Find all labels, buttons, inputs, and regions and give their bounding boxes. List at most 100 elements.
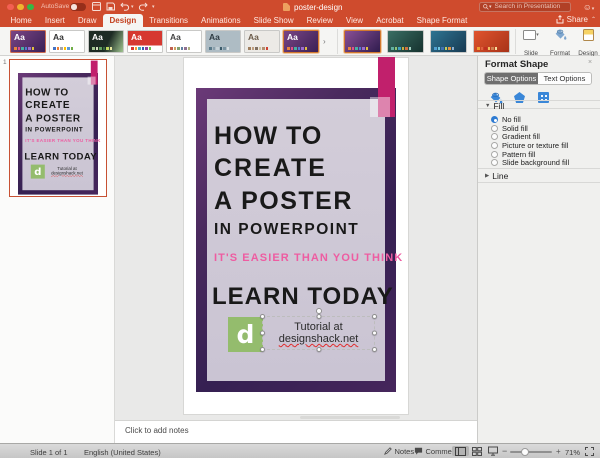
minimize-window-button[interactable]: [17, 4, 24, 11]
variant-thumbnail-4[interactable]: [473, 30, 510, 53]
fill-option-no-fill[interactable]: No fill: [491, 115, 569, 124]
poster-title-line4[interactable]: IN POWERPOINT: [214, 221, 359, 239]
variant-thumbnail-3[interactable]: [430, 30, 467, 53]
poster-credit-textbox-selected[interactable]: Tutorial at designshack.net: [262, 316, 375, 350]
search-input[interactable]: ▾ Search in Presentation: [479, 2, 571, 12]
autosave-label: AutoSave: [41, 3, 69, 10]
slideshow-view-button[interactable]: [486, 446, 500, 456]
poster-tagline[interactable]: IT'S EASIER THAN YOU THINK: [214, 252, 403, 264]
radio[interactable]: [491, 151, 498, 158]
zoom-slider[interactable]: [510, 451, 552, 453]
radio-selected[interactable]: [491, 116, 498, 123]
poster-credit-textbox: Tutorial at designshack.net: [44, 164, 89, 178]
radio[interactable]: [491, 159, 498, 166]
theme-thumbnail-3[interactable]: Aa: [88, 30, 124, 53]
collapse-ribbon-icon[interactable]: ⌃: [591, 16, 596, 23]
theme-thumbnail-5[interactable]: Aa: [166, 30, 202, 53]
horizontal-scrollbar[interactable]: [300, 416, 400, 419]
toolbar-more-caret[interactable]: ▾: [152, 4, 155, 13]
close-panel-icon[interactable]: ×: [586, 59, 594, 67]
slide-sorter-view-button[interactable]: [470, 446, 484, 456]
theme-thumbnail-2[interactable]: Aa: [49, 30, 85, 53]
resize-handle-sw[interactable]: [260, 347, 265, 352]
designshack-logo[interactable]: d: [228, 317, 263, 352]
radio[interactable]: [491, 125, 498, 132]
zoom-slider-thumb[interactable]: [521, 448, 529, 456]
picture-icon[interactable]: [536, 90, 551, 105]
resize-handle-se[interactable]: [372, 347, 377, 352]
slide[interactable]: HOW TO CREATE A POSTER IN POWERPOINT IT'…: [184, 58, 408, 414]
resize-handle-s[interactable]: [316, 347, 321, 352]
tab-shape-format[interactable]: Shape Format: [410, 14, 474, 28]
poster-title-line1[interactable]: HOW TO: [214, 122, 322, 151]
maximize-window-button[interactable]: [27, 4, 34, 11]
variant-thumbnail-2[interactable]: [387, 30, 424, 53]
tab-slide-show[interactable]: Slide Show: [247, 14, 300, 28]
theme-thumbnail-4[interactable]: Aa: [127, 30, 163, 53]
tab-view[interactable]: View: [339, 14, 369, 28]
theme-thumbnail-6[interactable]: Aa: [205, 30, 241, 53]
fill-section-header[interactable]: ▼ Fill: [485, 101, 504, 111]
close-window-button[interactable]: [7, 4, 14, 11]
undo-icon[interactable]: [120, 2, 130, 11]
share-button[interactable]: Share ⌃: [556, 15, 596, 24]
save-icon[interactable]: [106, 2, 115, 11]
undo-menu-caret[interactable]: ▾: [131, 4, 134, 13]
tab-review[interactable]: Review: [300, 14, 339, 28]
zoom-in-button[interactable]: +: [556, 447, 561, 456]
resize-handle-w[interactable]: [260, 331, 265, 336]
tab-shape-options[interactable]: Shape Options: [485, 73, 538, 84]
tab-text-options[interactable]: Text Options: [538, 73, 591, 84]
fill-option-gradient[interactable]: Gradient fill: [491, 132, 569, 141]
redo-icon[interactable]: [138, 2, 148, 11]
fit-to-window-button[interactable]: [585, 447, 594, 458]
slide-size-icon: [523, 30, 536, 40]
poster-cta[interactable]: LEARN TODAY: [212, 283, 394, 311]
normal-view-button[interactable]: [452, 446, 469, 456]
poster-title-line3: A POSTER: [25, 113, 81, 125]
tab-draw[interactable]: Draw: [71, 14, 103, 28]
resize-handle-nw[interactable]: [260, 314, 265, 319]
gallery-expand-arrow[interactable]: ›: [323, 37, 326, 46]
resize-handle-ne[interactable]: [372, 314, 377, 319]
zoom-level-label[interactable]: 71%: [565, 448, 580, 457]
tab-design[interactable]: Design: [103, 14, 143, 28]
tab-home[interactable]: Home: [4, 14, 38, 28]
slide-thumbnail-1[interactable]: HOW TO CREATE A POSTER IN POWERPOINT IT'…: [9, 59, 107, 197]
poster-ribbon-overlay[interactable]: [370, 97, 390, 117]
poster-title-line2[interactable]: CREATE: [214, 154, 327, 183]
language-label[interactable]: English (United States): [84, 448, 161, 457]
resize-handle-e[interactable]: [372, 331, 377, 336]
poster-title-line2: CREATE: [25, 99, 70, 111]
zoom-out-button[interactable]: −: [502, 446, 507, 456]
notes-placeholder[interactable]: Click to add notes: [125, 426, 189, 435]
fill-option-slide-background[interactable]: Slide background fill: [491, 158, 569, 167]
theme-thumbnail-selected[interactable]: Aa: [283, 30, 319, 53]
poster-shape[interactable]: HOW TO CREATE A POSTER IN POWERPOINT IT'…: [196, 88, 396, 392]
effects-icon[interactable]: [512, 90, 527, 105]
poster-title-line3[interactable]: A POSTER: [214, 187, 353, 216]
theme-thumbnail-1[interactable]: Aa: [10, 30, 46, 53]
notes-pane[interactable]: Click to add notes: [115, 420, 477, 443]
resize-handle-n[interactable]: [316, 314, 321, 319]
new-slide-icon[interactable]: [92, 2, 101, 11]
tab-acrobat[interactable]: Acrobat: [370, 14, 411, 28]
tab-transitions[interactable]: Transitions: [143, 14, 195, 28]
tab-animations[interactable]: Animations: [195, 14, 248, 28]
theme-thumbnail-7[interactable]: Aa: [244, 30, 280, 53]
radio[interactable]: [491, 142, 498, 149]
fill-options-list: No fill Solid fill Gradient fill Picture…: [491, 115, 569, 167]
fill-option-pattern[interactable]: Pattern fill: [491, 150, 569, 159]
autosave-toggle[interactable]: [70, 3, 86, 11]
divider: [478, 168, 600, 169]
notes-toggle-button[interactable]: Notes: [384, 446, 414, 456]
tab-insert[interactable]: Insert: [38, 14, 71, 28]
feedback-smiley-icon[interactable]: ☺▾: [583, 2, 594, 12]
line-section-header[interactable]: ▶ Line: [485, 171, 508, 181]
fill-option-picture-texture[interactable]: Picture or texture fill: [491, 141, 569, 150]
slide-editor-canvas[interactable]: HOW TO CREATE A POSTER IN POWERPOINT IT'…: [115, 56, 477, 420]
variant-thumbnail-selected[interactable]: [344, 30, 381, 53]
radio[interactable]: [491, 133, 498, 140]
theme-color-dots: [14, 47, 34, 50]
fill-option-solid[interactable]: Solid fill: [491, 124, 569, 133]
